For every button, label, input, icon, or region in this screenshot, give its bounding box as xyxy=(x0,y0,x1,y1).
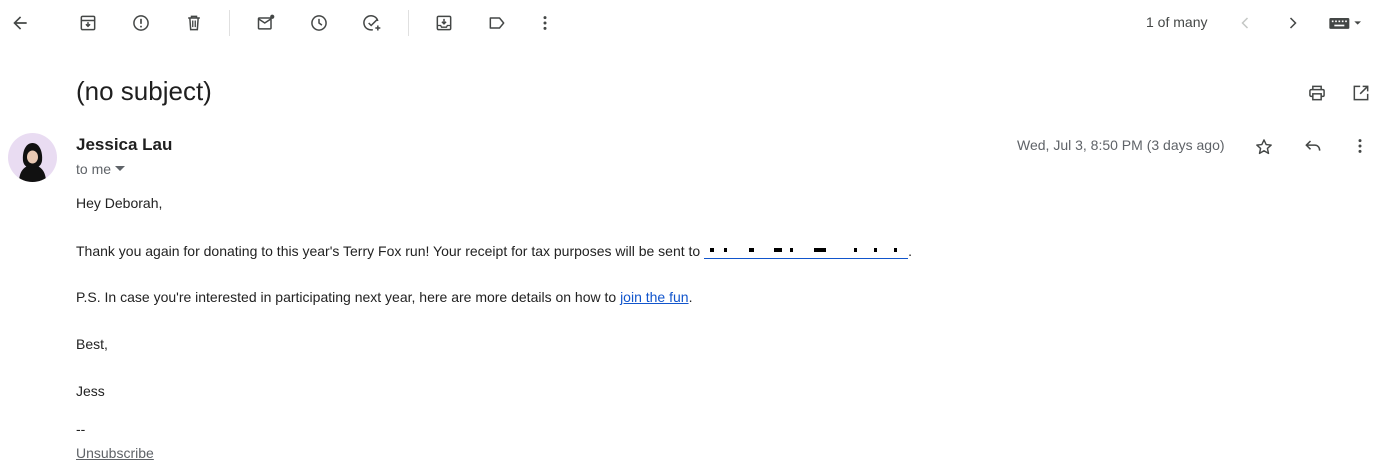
star-icon[interactable] xyxy=(1252,135,1276,159)
input-tools-keyboard-icon[interactable] xyxy=(1324,11,1368,35)
toolbar-divider xyxy=(229,10,230,36)
print-icon[interactable] xyxy=(1305,81,1329,105)
older-chevron-right-icon[interactable] xyxy=(1281,11,1305,35)
delete-icon[interactable] xyxy=(182,11,206,35)
email-paragraph-2: P.S. In case you're interested in partic… xyxy=(76,289,692,305)
signature-separator: -- xyxy=(76,421,86,437)
message-more-vert-icon[interactable] xyxy=(1348,134,1372,158)
label-icon[interactable] xyxy=(485,11,509,35)
person-silhouette-icon xyxy=(19,143,46,182)
open-new-window-icon[interactable] xyxy=(1349,81,1373,105)
email-signature: Jess xyxy=(76,383,105,399)
toolbar-divider xyxy=(408,10,409,36)
paragraph-1-text: Thank you again for donating to this yea… xyxy=(76,243,705,259)
redacted-email-link[interactable] xyxy=(704,242,909,259)
caret-down-icon xyxy=(115,166,126,171)
more-vert-icon[interactable] xyxy=(533,11,557,35)
email-paragraph-1: Thank you again for donating to this yea… xyxy=(76,242,912,259)
paragraph-2-end: . xyxy=(688,289,693,305)
sender-avatar[interactable] xyxy=(8,133,57,182)
email-subject: (no subject) xyxy=(76,76,212,106)
join-the-fun-link[interactable]: join the fun xyxy=(620,289,689,305)
recipient-details-toggle[interactable]: to me xyxy=(76,161,126,177)
email-greeting: Hey Deborah, xyxy=(76,195,163,211)
report-spam-icon[interactable] xyxy=(129,11,153,35)
email-closing: Best, xyxy=(76,336,108,352)
email-date: Wed, Jul 3, 8:50 PM (3 days ago) xyxy=(1017,137,1225,153)
snooze-clock-icon[interactable] xyxy=(307,11,331,35)
recipient-label: to me xyxy=(76,161,112,177)
paragraph-1-end: . xyxy=(908,243,912,259)
move-to-icon[interactable] xyxy=(432,11,456,35)
archive-icon[interactable] xyxy=(76,11,100,35)
unsubscribe-link[interactable]: Unsubscribe xyxy=(76,445,154,461)
reply-icon[interactable] xyxy=(1301,134,1325,158)
paragraph-2-text: P.S. In case you're interested in partic… xyxy=(76,289,621,305)
back-arrow-icon[interactable] xyxy=(8,11,32,35)
sender-name: Jessica Lau xyxy=(76,135,173,154)
message-count-label: 1 of many xyxy=(1146,14,1208,30)
mark-unread-icon[interactable] xyxy=(254,11,278,35)
add-task-icon[interactable] xyxy=(360,11,384,35)
newer-chevron-left-icon[interactable] xyxy=(1233,11,1257,35)
